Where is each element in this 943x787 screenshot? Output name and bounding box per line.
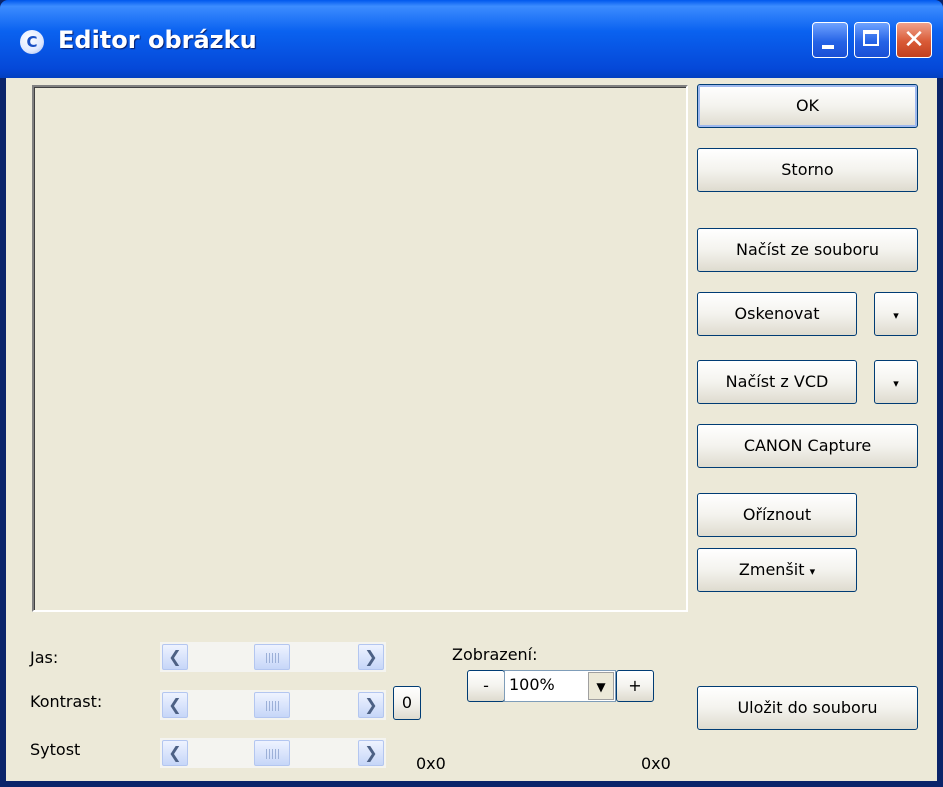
zoom-select[interactable]: 100% ▼ <box>504 670 616 702</box>
dropdown-arrow-icon: ▾ <box>809 565 816 578</box>
saturation-decrease-arrow[interactable]: ❮ <box>162 740 188 766</box>
zoom-out-button[interactable]: - <box>467 670 505 702</box>
grip-icon <box>266 653 280 663</box>
dialog-client-area: OK Storno Načíst ze souboru Oskenovat ▾ … <box>6 78 937 781</box>
minimize-icon <box>822 45 834 49</box>
minimize-button[interactable] <box>812 22 848 58</box>
scan-options-button[interactable]: ▾ <box>874 292 918 336</box>
close-icon: ✕ <box>903 25 925 55</box>
brightness-slider-thumb[interactable] <box>254 644 290 670</box>
storno-button[interactable]: Storno <box>697 148 918 192</box>
maximize-icon <box>863 30 879 46</box>
brightness-increase-arrow[interactable]: ❯ <box>358 644 384 670</box>
load-from-vcd-button[interactable]: Načíst z VCD <box>697 360 857 404</box>
vcd-options-button[interactable]: ▾ <box>874 360 918 404</box>
combo-dropdown-icon[interactable]: ▼ <box>588 672 614 700</box>
brightness-label: Jas: <box>30 648 59 667</box>
zoom-label: Zobrazení: <box>452 645 538 664</box>
saturation-label: Sytost <box>30 740 81 759</box>
window-title: Editor obrázku <box>58 26 257 54</box>
shrink-button[interactable]: Zmenšit ▾ <box>697 548 857 592</box>
close-button[interactable]: ✕ <box>896 22 932 58</box>
saturation-increase-arrow[interactable]: ❯ <box>358 740 384 766</box>
dropdown-arrow-icon: ▾ <box>893 377 899 390</box>
image-preview-area[interactable] <box>32 85 688 612</box>
ok-button[interactable]: OK <box>697 84 918 128</box>
contrast-slider-thumb[interactable] <box>254 692 290 718</box>
title-bar[interactable]: C Editor obrázku ✕ <box>0 0 943 78</box>
brightness-slider[interactable]: ❮ ❯ <box>160 642 386 672</box>
canon-capture-button[interactable]: CANON Capture <box>697 424 918 468</box>
dropdown-arrow-icon: ▾ <box>893 309 899 322</box>
app-icon: C <box>20 30 44 54</box>
contrast-increase-arrow[interactable]: ❯ <box>358 692 384 718</box>
contrast-label: Kontrast: <box>30 692 103 711</box>
zoom-in-button[interactable]: + <box>616 670 654 702</box>
scan-button[interactable]: Oskenovat <box>697 292 857 336</box>
maximize-button[interactable] <box>854 22 890 58</box>
save-to-file-button[interactable]: Uložit do souboru <box>697 686 918 730</box>
brightness-decrease-arrow[interactable]: ❮ <box>162 644 188 670</box>
crop-button[interactable]: Oříznout <box>697 493 857 537</box>
zoom-value: 100% <box>509 675 555 694</box>
grip-icon <box>266 749 280 759</box>
contrast-decrease-arrow[interactable]: ❮ <box>162 692 188 718</box>
image-editor-window: C Editor obrázku ✕ OK Storno Načíst ze s… <box>0 0 943 787</box>
saturation-slider-thumb[interactable] <box>254 740 290 766</box>
result-size-label: 0x0 <box>641 754 671 773</box>
grip-icon <box>266 701 280 711</box>
contrast-slider[interactable]: ❮ ❯ <box>160 690 386 720</box>
saturation-slider[interactable]: ❮ ❯ <box>160 738 386 768</box>
reset-button[interactable]: 0 <box>393 686 421 720</box>
original-size-label: 0x0 <box>416 754 446 773</box>
load-from-file-button[interactable]: Načíst ze souboru <box>697 228 918 272</box>
shrink-button-label: Zmenšit <box>738 560 805 579</box>
